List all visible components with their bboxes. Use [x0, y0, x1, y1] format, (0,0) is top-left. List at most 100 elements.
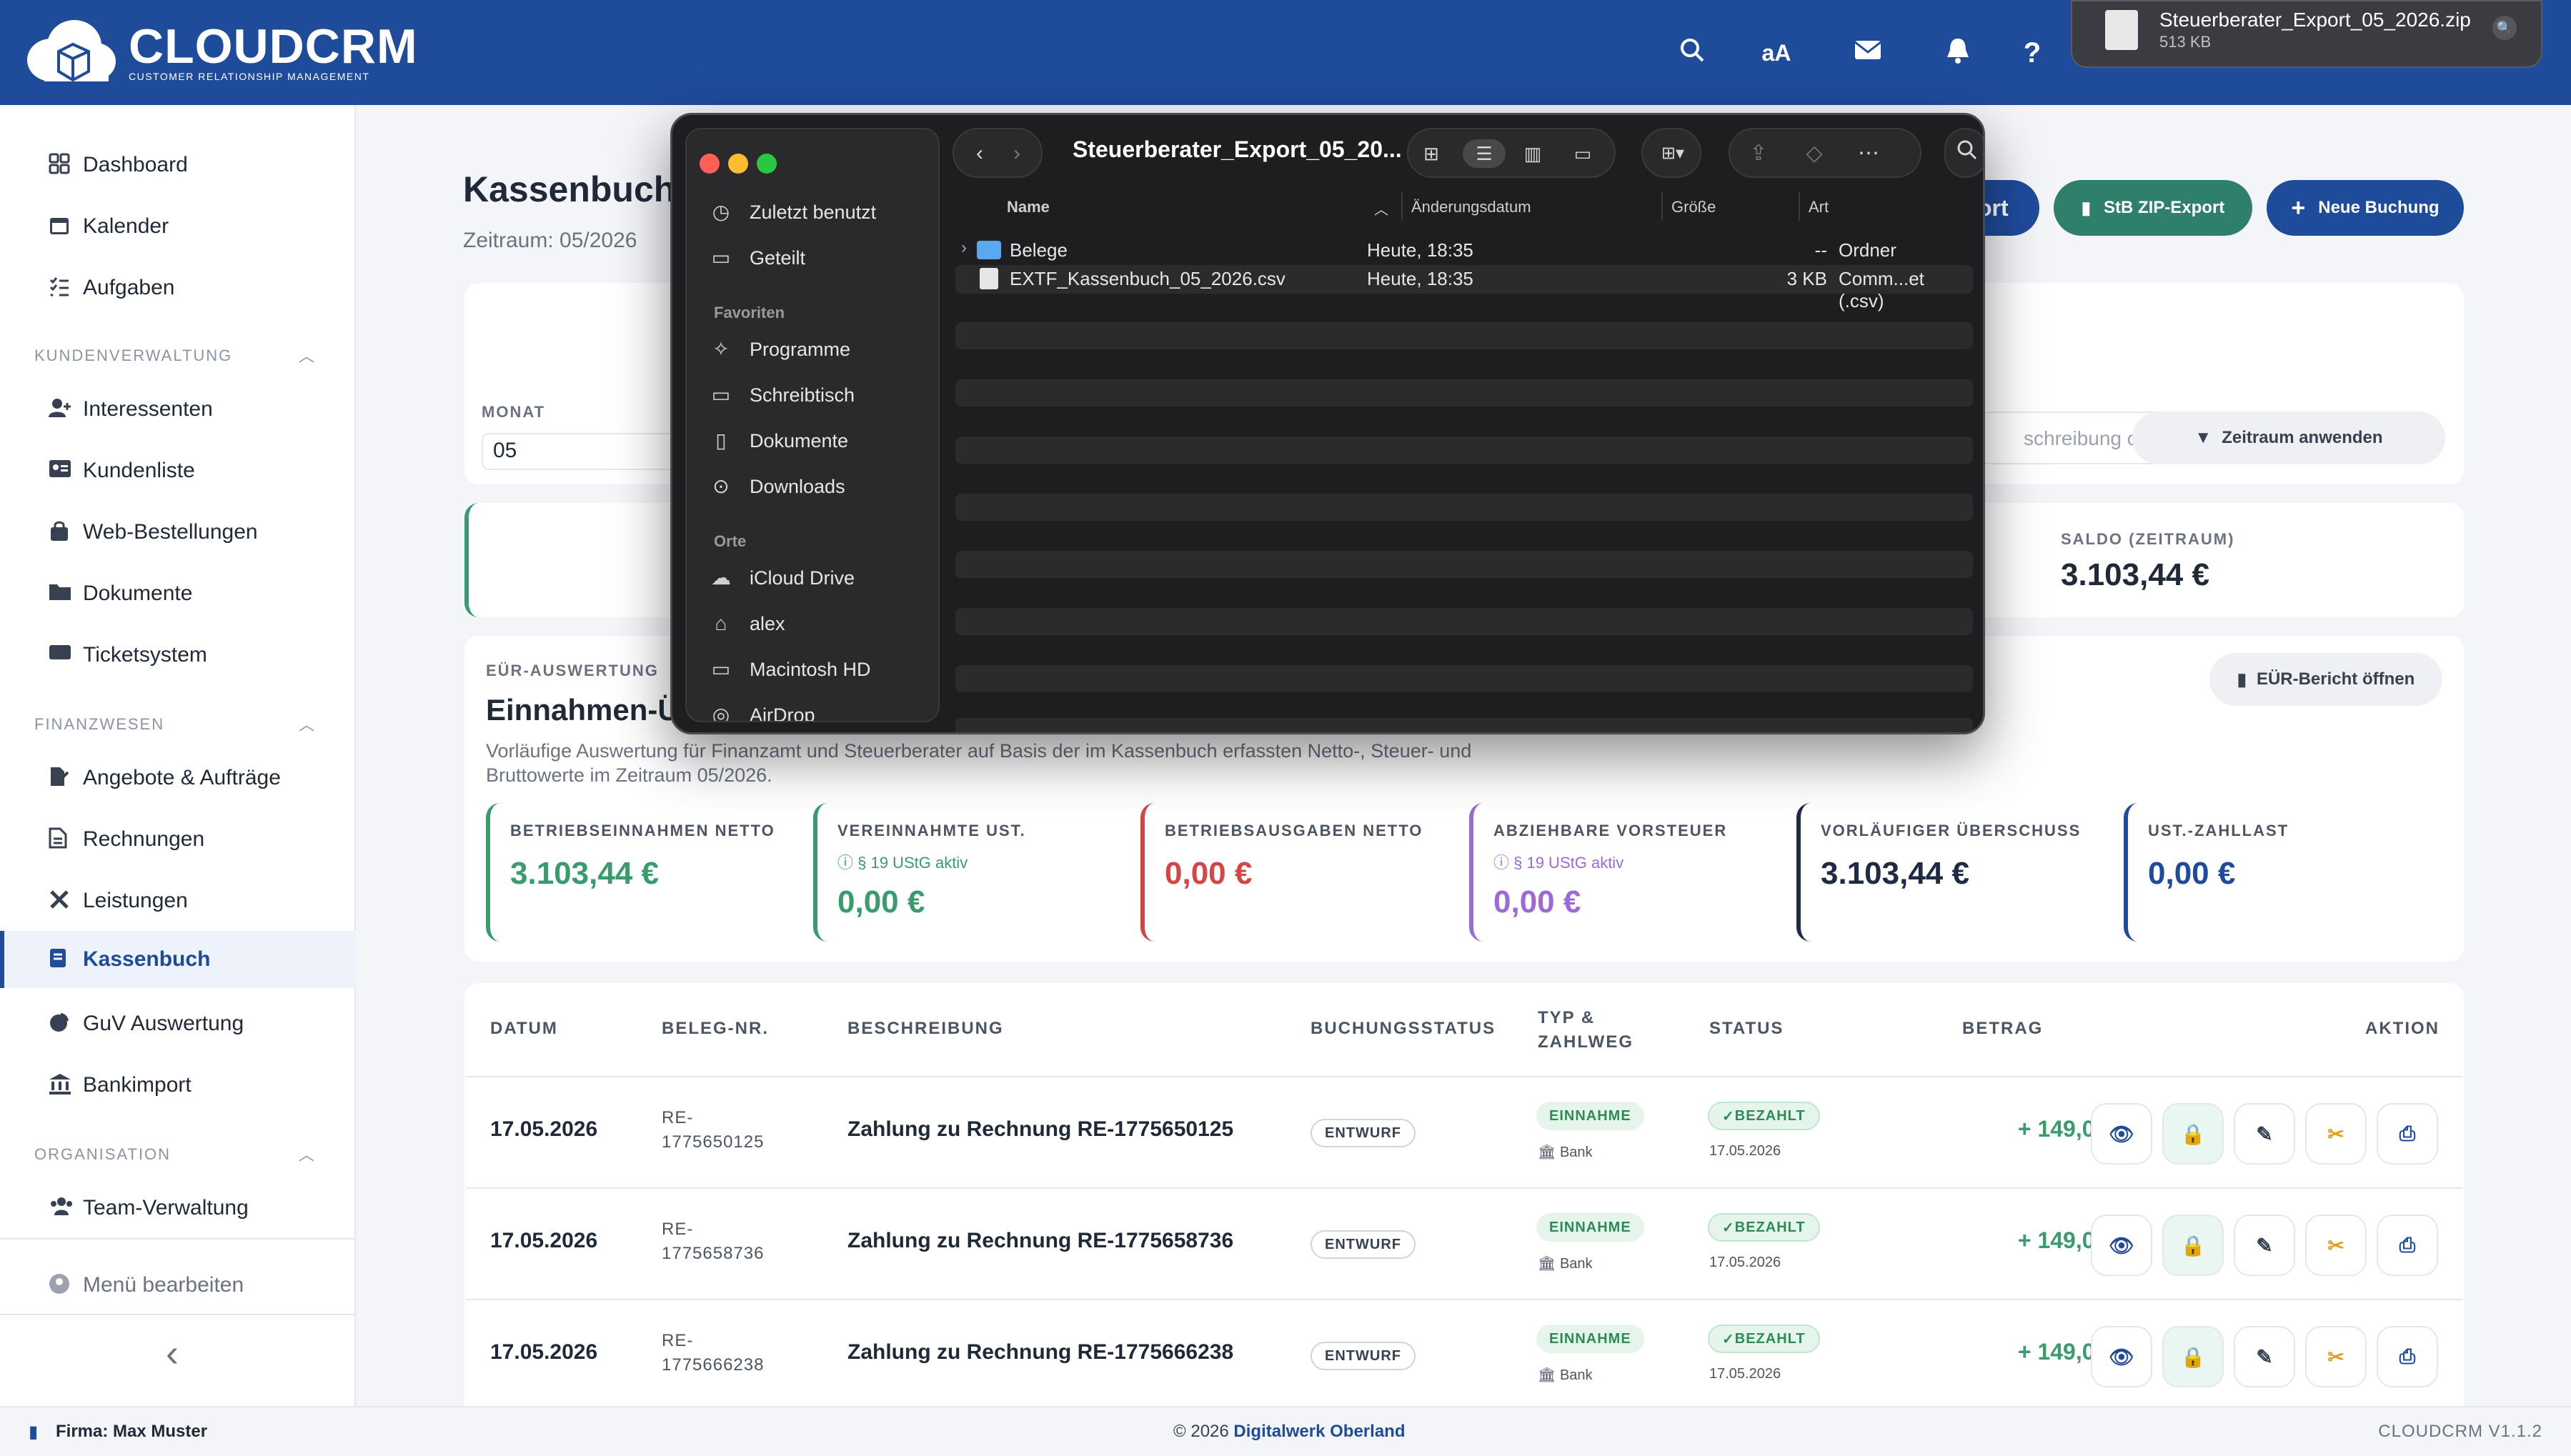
- finder-dokumente[interactable]: ▯ Dokumente: [707, 424, 848, 458]
- empty-row-stripe: [955, 494, 1973, 521]
- table-row: 17.05.2026 RE- 1775658736 Zahlung zu Rechnu…: [466, 1187, 2462, 1299]
- col-header-beleg[interactable]: BELEG-NR.: [662, 1019, 769, 1039]
- finder-downloads[interactable]: ⊙ Downloads: [707, 469, 845, 504]
- sidebar-item-ticketsystem[interactable]: Ticketsystem: [0, 629, 356, 681]
- finder-macintosh-hd[interactable]: ▭ Macintosh HD: [707, 652, 871, 687]
- col-header-status[interactable]: STATUS: [1709, 1019, 1784, 1039]
- column-view-icon[interactable]: ▥: [1517, 139, 1548, 168]
- lock-icon[interactable]: 🔒: [2162, 1103, 2224, 1165]
- row-beleg[interactable]: RE- 1775658736: [662, 1217, 764, 1266]
- check-icon: ✓: [1722, 1220, 1735, 1236]
- download-notification[interactable]: Steuerberater_Export_05_2026.zip 513 KB …: [2071, 0, 2542, 68]
- search-icon[interactable]: [1675, 36, 1709, 70]
- sidebar-item-team[interactable]: Team-Verwaltung: [0, 1182, 356, 1234]
- edit-pencil-icon[interactable]: ✎: [2234, 1215, 2295, 1276]
- sidebar-item-leistungen[interactable]: Leistungen: [0, 875, 356, 927]
- open-euer-report-button[interactable]: ▮ EÜR-Bericht öffnen: [2209, 653, 2442, 706]
- sidebar-item-interessenten[interactable]: Interessenten: [0, 384, 356, 435]
- finder-home[interactable]: ⌂ alex: [707, 607, 785, 641]
- finder-recents[interactable]: ◷ Zuletzt benutzt: [707, 195, 876, 229]
- finder-row-belege[interactable]: › Belege Heute, 18:35 -- Ordner: [955, 238, 1973, 266]
- storno-scissors-icon[interactable]: ✂: [2305, 1326, 2367, 1387]
- month-input[interactable]: 05: [482, 433, 696, 470]
- back-chevron-icon[interactable]: ‹: [964, 139, 995, 168]
- sidebar-item-dokumente[interactable]: Dokumente: [0, 568, 356, 619]
- forward-chevron-icon[interactable]: ›: [1001, 139, 1033, 168]
- zip-export-button[interactable]: ▮ StB ZIP-Export: [2054, 180, 2252, 236]
- empty-row-stripe: [955, 322, 1973, 349]
- type-badge: EINNAHME: [1536, 1325, 1644, 1353]
- sidebar-item-kalender[interactable]: Kalender: [0, 201, 356, 252]
- cloud-logo-icon: [23, 17, 117, 89]
- lock-icon[interactable]: 🔒: [2162, 1215, 2224, 1276]
- chevron-up-icon[interactable]: ︿: [299, 1142, 314, 1165]
- chevron-up-icon[interactable]: ︿: [299, 712, 314, 735]
- sidebar-item-aufgaben[interactable]: Aufgaben: [0, 262, 356, 314]
- print-icon[interactable]: ⎙: [2377, 1326, 2438, 1387]
- minimize-window-button[interactable]: [728, 154, 748, 174]
- pie-chart-icon: [49, 1012, 73, 1036]
- sidebar-item-angebote[interactable]: Angebote & Aufträge: [0, 752, 356, 804]
- print-icon[interactable]: ⎙: [2377, 1103, 2438, 1165]
- font-size-icon[interactable]: aA: [1759, 36, 1794, 70]
- sidebar-item-kassenbuch[interactable]: Kassenbuch: [0, 931, 356, 988]
- mail-icon[interactable]: [1851, 36, 1885, 70]
- view-eye-icon[interactable]: 👁: [2091, 1103, 2152, 1165]
- more-icon[interactable]: ⋯: [1853, 139, 1884, 168]
- finder-window[interactable]: ◷ Zuletzt benutzt ▭ Geteilt Favoriten ✧ Pro…: [670, 113, 1985, 734]
- collapse-sidebar-icon[interactable]: ‹: [166, 1331, 179, 1375]
- row-beleg[interactable]: RE- 1775666238: [662, 1329, 764, 1377]
- col-header-beschreibung[interactable]: BESCHREIBUNG: [847, 1019, 1004, 1039]
- edit-menu-button[interactable]: Menü bearbeiten: [0, 1260, 356, 1311]
- gallery-view-icon[interactable]: ▭: [1567, 139, 1598, 168]
- row-beleg[interactable]: RE- 1775650125: [662, 1106, 764, 1155]
- sidebar-item-guv[interactable]: GuV Auswertung: [0, 998, 356, 1049]
- finder-schreibtisch[interactable]: ▭ Schreibtisch: [707, 378, 855, 412]
- close-window-button[interactable]: [700, 154, 720, 174]
- finder-icloud[interactable]: ☁ iCloud Drive: [707, 561, 855, 595]
- finder-programme[interactable]: ✧ Programme: [707, 332, 850, 367]
- column-size[interactable]: Größe: [1671, 198, 1716, 216]
- col-header-buchungsstatus[interactable]: BUCHUNGSSTATUS: [1311, 1019, 1496, 1039]
- sidebar-item-rechnungen[interactable]: Rechnungen: [0, 814, 356, 865]
- storno-scissors-icon[interactable]: ✂: [2305, 1103, 2367, 1165]
- view-eye-icon[interactable]: 👁: [2091, 1215, 2152, 1276]
- col-header-datum[interactable]: DATUM: [490, 1019, 558, 1039]
- storno-scissors-icon[interactable]: ✂: [2305, 1215, 2367, 1276]
- finder-shared[interactable]: ▭ Geteilt: [707, 241, 805, 275]
- tag-icon[interactable]: ◇: [1799, 139, 1830, 168]
- column-name[interactable]: Name: [1007, 198, 1050, 216]
- group-button[interactable]: ⊞▾: [1641, 128, 1701, 178]
- chevron-up-icon[interactable]: ︿: [299, 344, 314, 367]
- view-eye-icon[interactable]: 👁: [2091, 1326, 2152, 1387]
- finder-airdrop[interactable]: ◎ AirDrop: [707, 698, 815, 721]
- bell-icon[interactable]: [1941, 36, 1975, 70]
- column-date[interactable]: Änderungsdatum: [1411, 198, 1531, 216]
- sidebar-item-bankimport[interactable]: Bankimport: [0, 1059, 356, 1111]
- help-icon[interactable]: ?: [2015, 36, 2049, 70]
- disclosure-chevron-icon[interactable]: ›: [961, 238, 967, 258]
- edit-pencil-icon[interactable]: ✎: [2234, 1326, 2295, 1387]
- apply-period-button[interactable]: ▼ Zeitraum anwenden: [2132, 412, 2445, 464]
- sidebar-item-web-bestellungen[interactable]: Web-Bestellungen: [0, 507, 356, 558]
- lock-icon[interactable]: 🔒: [2162, 1326, 2224, 1387]
- bank-icon: [49, 1073, 73, 1097]
- column-kind[interactable]: Art: [1809, 198, 1829, 216]
- col-header-betrag[interactable]: BETRAG: [1962, 1019, 2043, 1039]
- company-link[interactable]: Digitalwerk Oberland: [1233, 1422, 1405, 1441]
- col-header-typ[interactable]: TYP & ZAHLWEG: [1538, 1006, 1633, 1054]
- print-icon[interactable]: ⎙: [2377, 1215, 2438, 1276]
- sidebar-item-dashboard[interactable]: Dashboard: [0, 139, 356, 191]
- reveal-magnifier-icon[interactable]: 🔍: [2492, 16, 2517, 40]
- zoom-window-button[interactable]: [757, 154, 777, 174]
- edit-pencil-icon[interactable]: ✎: [2234, 1103, 2295, 1165]
- kpi-card: VORLÄUFIGER ÜBERSCHUSS 3.103,44 €: [1796, 803, 2111, 942]
- list-view-icon[interactable]: ☰: [1463, 139, 1506, 168]
- logo[interactable]: CLOUDCRM CUSTOMER RELATIONSHIP MANAGEMEN…: [23, 17, 418, 89]
- icon-view-icon[interactable]: ⊞: [1416, 139, 1447, 168]
- finder-row-csv[interactable]: EXTF_Kassenbuch_05_2026.csv Heute, 18:35…: [955, 265, 1973, 311]
- sidebar-item-kundenliste[interactable]: Kundenliste: [0, 445, 356, 497]
- new-entry-button[interactable]: + Neue Buchung: [2267, 180, 2464, 236]
- share-icon[interactable]: ⇪: [1743, 139, 1774, 168]
- finder-search-button[interactable]: [1944, 128, 1983, 178]
